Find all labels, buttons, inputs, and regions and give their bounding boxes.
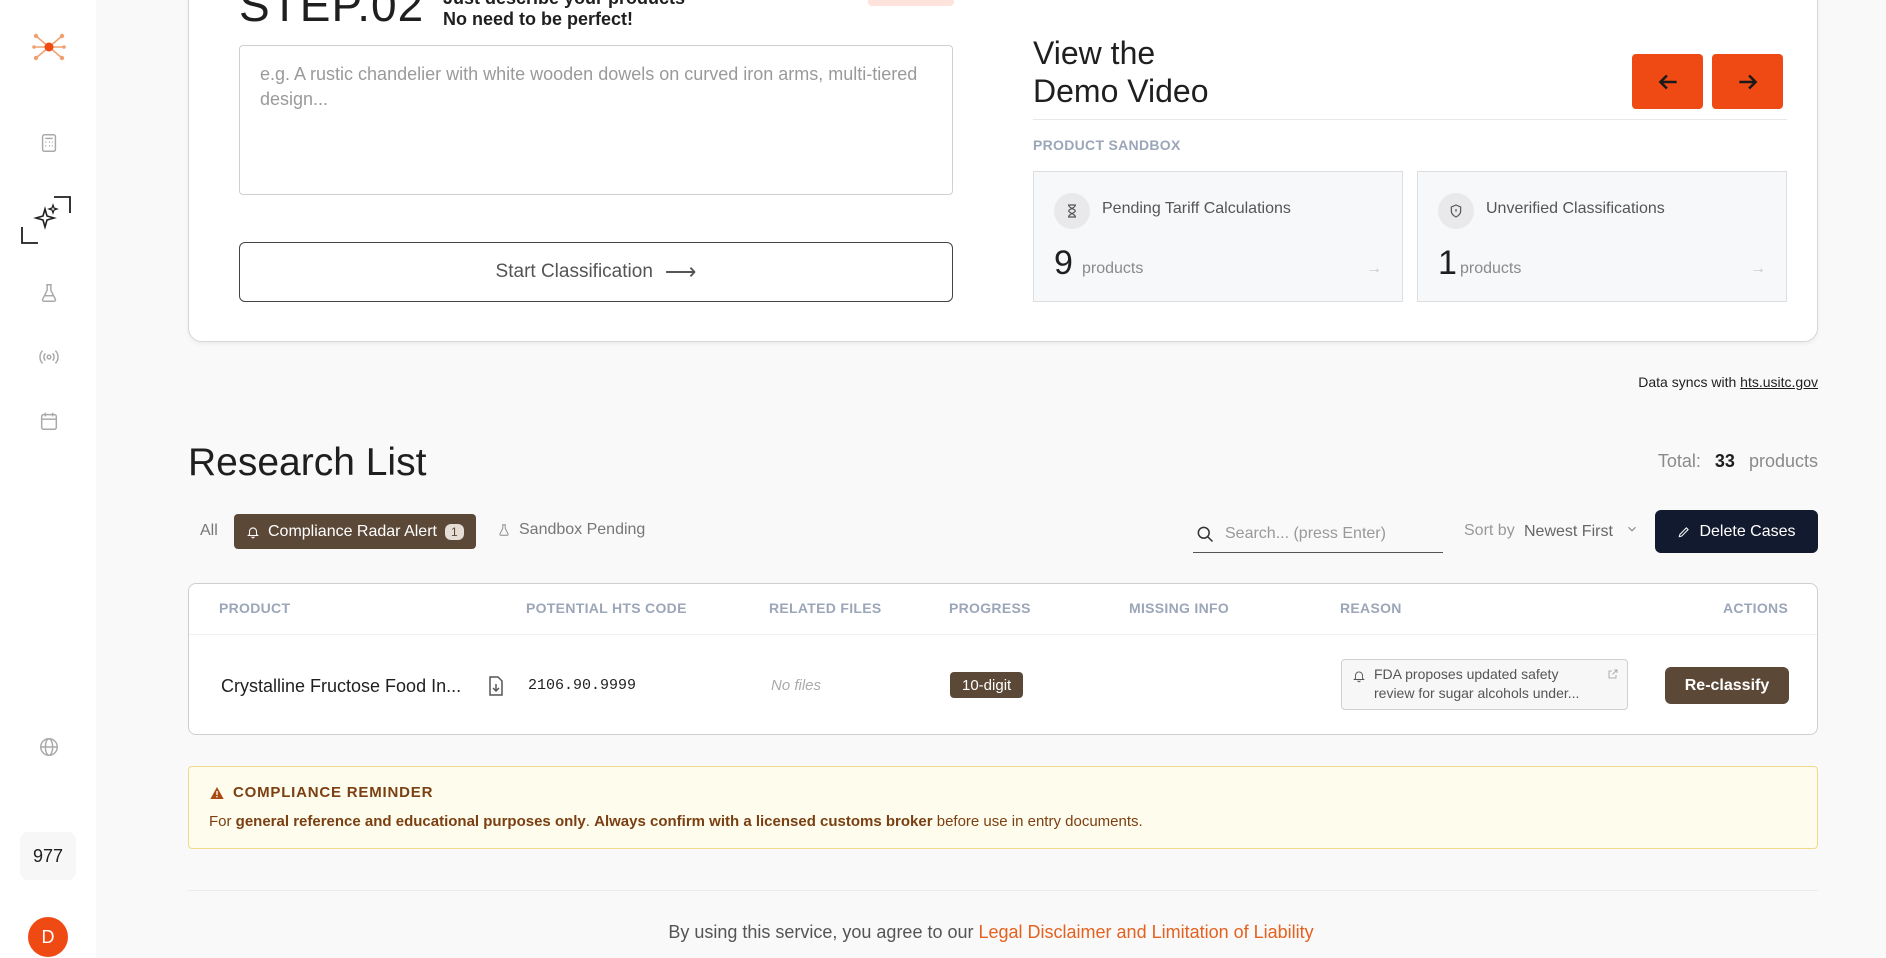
reason-text-line1: FDA proposes updated safety <box>1374 666 1559 682</box>
hts-code: 2106.90.9999 <box>528 677 637 694</box>
reminder-text-bold2: Always confirm with a licensed customs b… <box>594 813 933 830</box>
unverified-classifications-unit: products <box>1460 260 1522 277</box>
demo-title-line2: Demo Video <box>1033 73 1209 109</box>
column-header-related-files[interactable]: RELATED FILES <box>769 600 882 616</box>
compliance-reminder: COMPLIANCE REMINDER For general referenc… <box>188 766 1818 849</box>
search-icon <box>1197 526 1214 543</box>
step-subtitle: Just describe your products <box>443 0 685 9</box>
flask-icon <box>499 524 509 536</box>
divider <box>189 634 1817 635</box>
arrow-right-icon <box>1738 74 1757 89</box>
column-header-actions: ACTIONS <box>1723 600 1789 616</box>
demo-title-line1: View the <box>1033 35 1156 71</box>
total-count: Total: 33 products <box>1658 451 1818 472</box>
warning-icon <box>210 786 224 799</box>
pencil-icon <box>1679 526 1690 537</box>
progress-badge: 10-digit <box>950 672 1024 698</box>
reason-text-line2: review for sugar alcohols under... <box>1374 685 1580 701</box>
reminder-text-bold1: general reference and educational purpos… <box>235 813 586 830</box>
arrow-right-icon: ⟶ <box>664 259 697 284</box>
product-name[interactable]: Crystalline Fructose Food In... <box>221 676 461 697</box>
compliance-reminder-heading: COMPLIANCE REMINDER <box>233 784 434 801</box>
arrow-right-icon: → <box>1366 260 1382 277</box>
tab-compliance-radar-alert[interactable]: Compliance Radar Alert 1 <box>234 514 476 549</box>
hourglass-icon <box>1054 193 1090 229</box>
external-link-icon <box>1608 669 1618 679</box>
bell-icon <box>1353 671 1365 683</box>
demo-video-title: View the Demo Video <box>1033 34 1209 110</box>
tab-sandbox-label: Sandbox Pending <box>519 521 646 538</box>
divider <box>1033 119 1787 120</box>
delete-cases-label: Delete Cases <box>1699 522 1796 540</box>
hts-usitc-link[interactable]: hts.usitc.gov <box>1740 374 1818 390</box>
reminder-text-mid: . <box>585 813 595 830</box>
pending-tariff-count: 9 <box>1054 244 1073 282</box>
compliance-reminder-title: COMPLIANCE REMINDER <box>209 784 433 801</box>
sort-by-label: Sort by <box>1464 522 1515 539</box>
flask-icon[interactable] <box>36 280 62 306</box>
column-header-product[interactable]: PRODUCT <box>219 600 290 616</box>
tab-sandbox-pending[interactable]: Sandbox Pending <box>497 521 645 539</box>
pending-tariff-card[interactable]: Pending Tariff Calculations 9 products → <box>1033 171 1403 302</box>
sort-select[interactable]: Newest First <box>1524 522 1639 541</box>
column-header-progress[interactable]: PROGRESS <box>949 600 1031 616</box>
step-subtitle-secondary: No need to be perfect! <box>443 9 634 29</box>
column-header-missing-info[interactable]: MISSING INFO <box>1129 600 1229 616</box>
related-files: No files <box>771 677 822 694</box>
total-unit: products <box>1748 451 1818 471</box>
product-description-input[interactable]: e.g. A rustic chandelier with white wood… <box>239 45 953 195</box>
reclassify-button[interactable]: Re-classify <box>1665 667 1789 704</box>
research-list-title: Research List <box>188 441 427 484</box>
reason-alert[interactable]: FDA proposes updated safety review for s… <box>1341 659 1628 710</box>
bell-icon <box>247 526 259 538</box>
reminder-text-post: before use in entry documents. <box>932 813 1143 830</box>
tab-count-badge: 1 <box>444 523 464 540</box>
sidebar: 977 D <box>0 0 96 958</box>
chevron-down-icon <box>1625 522 1639 541</box>
compliance-reminder-text: For general reference and educational pu… <box>209 813 1143 830</box>
shield-icon <box>1438 193 1474 229</box>
pending-tariff-unit: products <box>1082 260 1144 277</box>
arrow-left-icon <box>1658 74 1677 89</box>
product-sandbox-label: PRODUCT SANDBOX <box>1033 137 1181 153</box>
search-input[interactable] <box>1225 525 1435 543</box>
calendar-icon[interactable] <box>36 408 62 434</box>
arrow-right-icon: → <box>1750 260 1766 277</box>
total-label: Total: <box>1657 451 1701 471</box>
total-number: 33 <box>1714 451 1735 471</box>
legal-disclaimer-link[interactable]: Legal Disclaimer and Limitation of Liabi… <box>979 922 1314 942</box>
tab-compliance-radar-label: Compliance Radar Alert <box>268 522 437 540</box>
unverified-classifications-card[interactable]: Unverified Classifications 1 products → <box>1417 171 1787 302</box>
step-badge <box>868 0 954 6</box>
app-logo[interactable] <box>31 30 67 64</box>
radar-broadcast-icon[interactable] <box>36 344 62 370</box>
column-header-reason[interactable]: REASON <box>1340 600 1402 616</box>
calculator-icon[interactable] <box>36 130 62 156</box>
credit-count: 977 <box>20 832 76 880</box>
sort-value: Newest First <box>1524 522 1613 540</box>
data-sync-note: Data syncs with hts.usitc.gov <box>1638 374 1818 390</box>
sidebar-item-classify[interactable] <box>20 195 72 245</box>
pending-tariff-label: Pending Tariff Calculations <box>1102 200 1291 217</box>
globe-icon[interactable] <box>36 734 62 760</box>
demo-prev-button[interactable] <box>1632 54 1703 109</box>
demo-next-button[interactable] <box>1712 54 1783 109</box>
start-classification-label: Start Classification <box>495 261 653 282</box>
step-title: STEP.02 <box>239 0 425 31</box>
tab-all[interactable]: All <box>200 522 218 540</box>
divider <box>188 890 1818 891</box>
data-sync-prefix: Data syncs with <box>1638 374 1737 390</box>
footer-text: By using this service, you agree to our <box>668 922 979 942</box>
unverified-classifications-count: 1 <box>1438 244 1457 282</box>
reminder-text-pre: For <box>209 813 236 830</box>
start-classification-button[interactable]: Start Classification ⟶ <box>239 242 953 302</box>
delete-cases-button[interactable]: Delete Cases <box>1655 510 1818 553</box>
column-header-hts-code[interactable]: POTENTIAL HTS CODE <box>526 600 687 616</box>
footer: By using this service, you agree to our … <box>0 922 1886 943</box>
search-box <box>1193 516 1443 553</box>
file-download-icon[interactable] <box>487 676 505 696</box>
research-table: PRODUCT POTENTIAL HTS CODE RELATED FILES… <box>188 583 1818 735</box>
unverified-classifications-label: Unverified Classifications <box>1486 200 1665 217</box>
